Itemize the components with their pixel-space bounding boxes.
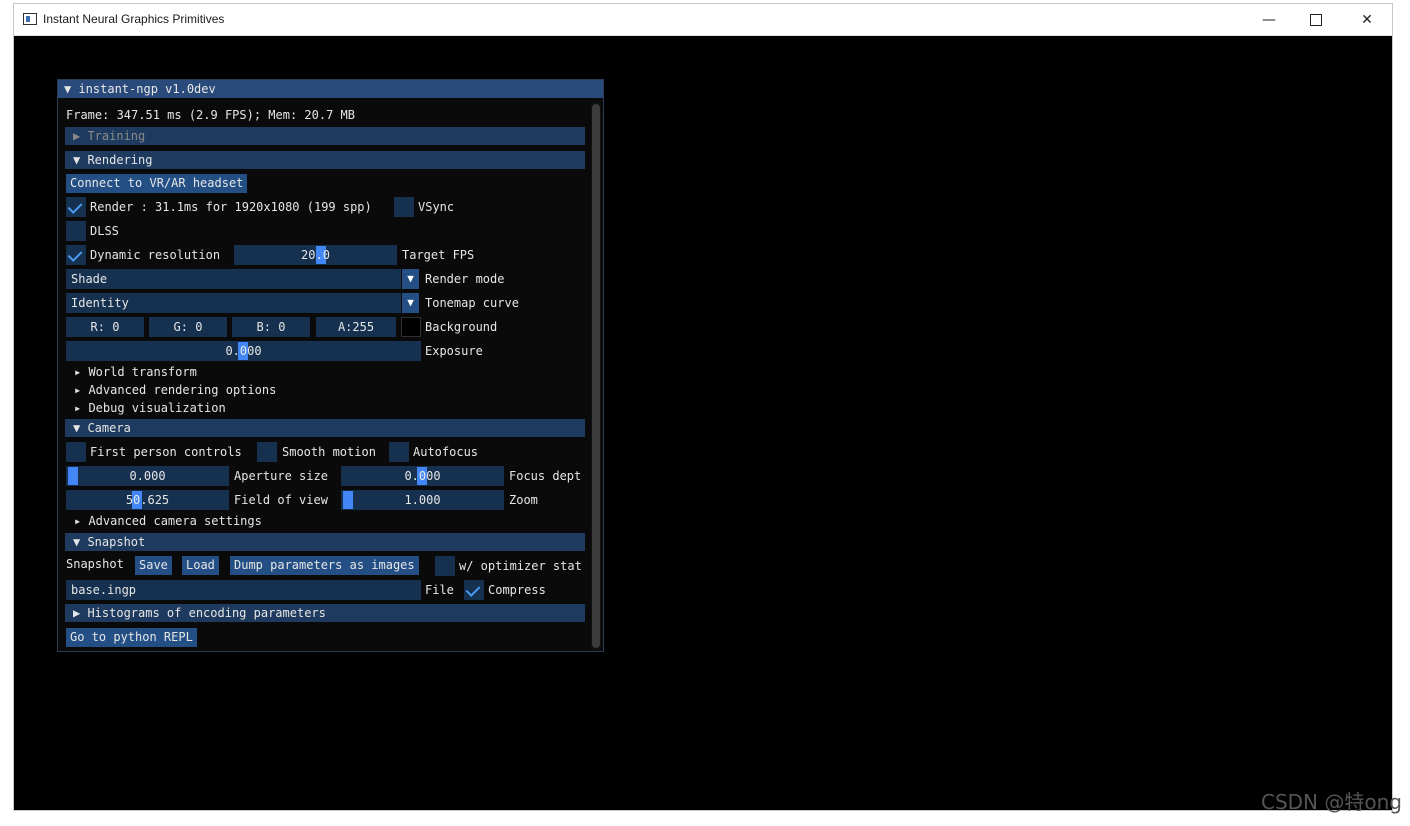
snapshot-label: Snapshot [66,557,124,571]
compress-checkbox[interactable] [464,580,484,600]
app-icon [23,13,37,25]
smooth-motion-checkbox[interactable] [257,442,277,462]
vsync-checkbox[interactable] [394,197,414,217]
app-window: Instant Neural Graphics Primitives — ✕ ▼… [13,3,1393,811]
connect-vr-button[interactable]: Connect to VR/AR headset [66,174,248,193]
render-mode-combo[interactable]: Shade [66,269,401,289]
background-label: Background [425,320,498,334]
background-b-field[interactable]: B: 0 [232,317,310,337]
frame-info: Frame: 347.51 ms (2.9 FPS); Mem: 20.7 MB [66,108,355,122]
scrollbar-thumb[interactable] [592,104,600,648]
zoom-slider[interactable]: 1.000 [341,490,504,510]
tonemap-combo[interactable]: Identity [66,293,401,313]
aperture-slider[interactable]: 0.000 [66,466,229,486]
render-checkbox[interactable] [66,197,86,217]
render-mode-label: Render mode [425,272,505,286]
compress-label: Compress [488,583,546,597]
dump-parameters-button[interactable]: Dump parameters as images [230,556,419,575]
field-of-view-label: Field of view [234,493,328,507]
optimizer-state-label: w/ optimizer stat [459,559,582,573]
focus-depth-slider[interactable]: 0.000 [341,466,504,486]
first-person-checkbox[interactable] [66,442,86,462]
background-g-field[interactable]: G: 0 [149,317,227,337]
target-fps-value: 20.0 [301,248,330,262]
dynamic-resolution-checkbox[interactable] [66,245,86,265]
window-title: Instant Neural Graphics Primitives [43,12,225,26]
target-fps-slider[interactable]: 20.0 [234,245,397,265]
world-transform-node[interactable]: ▸ World transform [74,363,197,381]
rendering-header[interactable]: ▼ Rendering [65,151,585,169]
panel-title[interactable]: ▼ instant-ngp v1.0dev [58,80,603,98]
watermark: CSDN @特ong [1261,790,1402,814]
advanced-rendering-node[interactable]: ▸ Advanced rendering options [74,381,276,399]
file-label: File [425,583,454,597]
render-label: Render : 31.1ms for 1920x1080 (199 spp) [90,200,372,214]
field-of-view-slider[interactable]: 50.625 [66,490,229,510]
target-fps-label: Target FPS [402,248,475,262]
aperture-label: Aperture size [234,469,328,483]
exposure-slider[interactable]: 0.000 [66,341,421,361]
snapshot-file-input[interactable]: base.ingp [66,580,421,600]
panel-scrollbar[interactable] [591,102,601,650]
close-button[interactable]: ✕ [1344,4,1390,35]
exposure-value: 0.000 [225,344,262,358]
vsync-label: VSync [418,200,455,214]
maximize-icon [1310,13,1322,26]
chevron-down-icon[interactable]: ▼ [402,269,419,289]
exposure-label: Exposure [425,344,483,358]
minimize-button[interactable]: — [1246,4,1292,35]
dlss-label: DLSS [90,224,119,238]
focus-depth-value: 0.000 [404,469,441,483]
smooth-motion-label: Smooth motion [282,445,376,459]
load-button[interactable]: Load [182,556,219,575]
snapshot-header[interactable]: ▼ Snapshot [65,533,585,551]
first-person-label: First person controls [90,445,242,459]
autofocus-label: Autofocus [413,445,479,459]
training-header[interactable]: ▶ Training [65,127,585,145]
background-a-field[interactable]: A:255 [316,317,396,337]
histograms-header[interactable]: ▶ Histograms of encoding parameters [65,604,585,622]
advanced-camera-node[interactable]: ▸ Advanced camera settings [74,512,262,530]
tonemap-label: Tonemap curve [425,296,519,310]
title-bar[interactable]: Instant Neural Graphics Primitives — ✕ [14,4,1392,36]
background-r-field[interactable]: R: 0 [66,317,144,337]
chevron-down-icon[interactable]: ▼ [402,293,419,313]
dynamic-resolution-label: Dynamic resolution [90,248,221,262]
optimizer-state-checkbox[interactable] [435,556,455,576]
zoom-value: 1.000 [404,493,441,507]
field-of-view-value: 50.625 [125,493,170,507]
slider-grab[interactable] [68,467,78,485]
background-color-swatch[interactable] [401,317,421,337]
debug-visualization-node[interactable]: ▸ Debug visualization [74,399,226,417]
imgui-panel: ▼ instant-ngp v1.0dev Frame: 347.51 ms (… [57,79,604,652]
aperture-value: 0.000 [129,469,166,483]
camera-header[interactable]: ▼ Camera [65,419,585,437]
zoom-label: Zoom [509,493,538,507]
focus-depth-label: Focus dept [509,469,582,483]
autofocus-checkbox[interactable] [389,442,409,462]
maximize-button[interactable] [1293,4,1339,35]
python-repl-button[interactable]: Go to python REPL [66,628,197,647]
dlss-checkbox[interactable] [66,221,86,241]
save-button[interactable]: Save [135,556,172,575]
slider-grab[interactable] [343,491,353,509]
